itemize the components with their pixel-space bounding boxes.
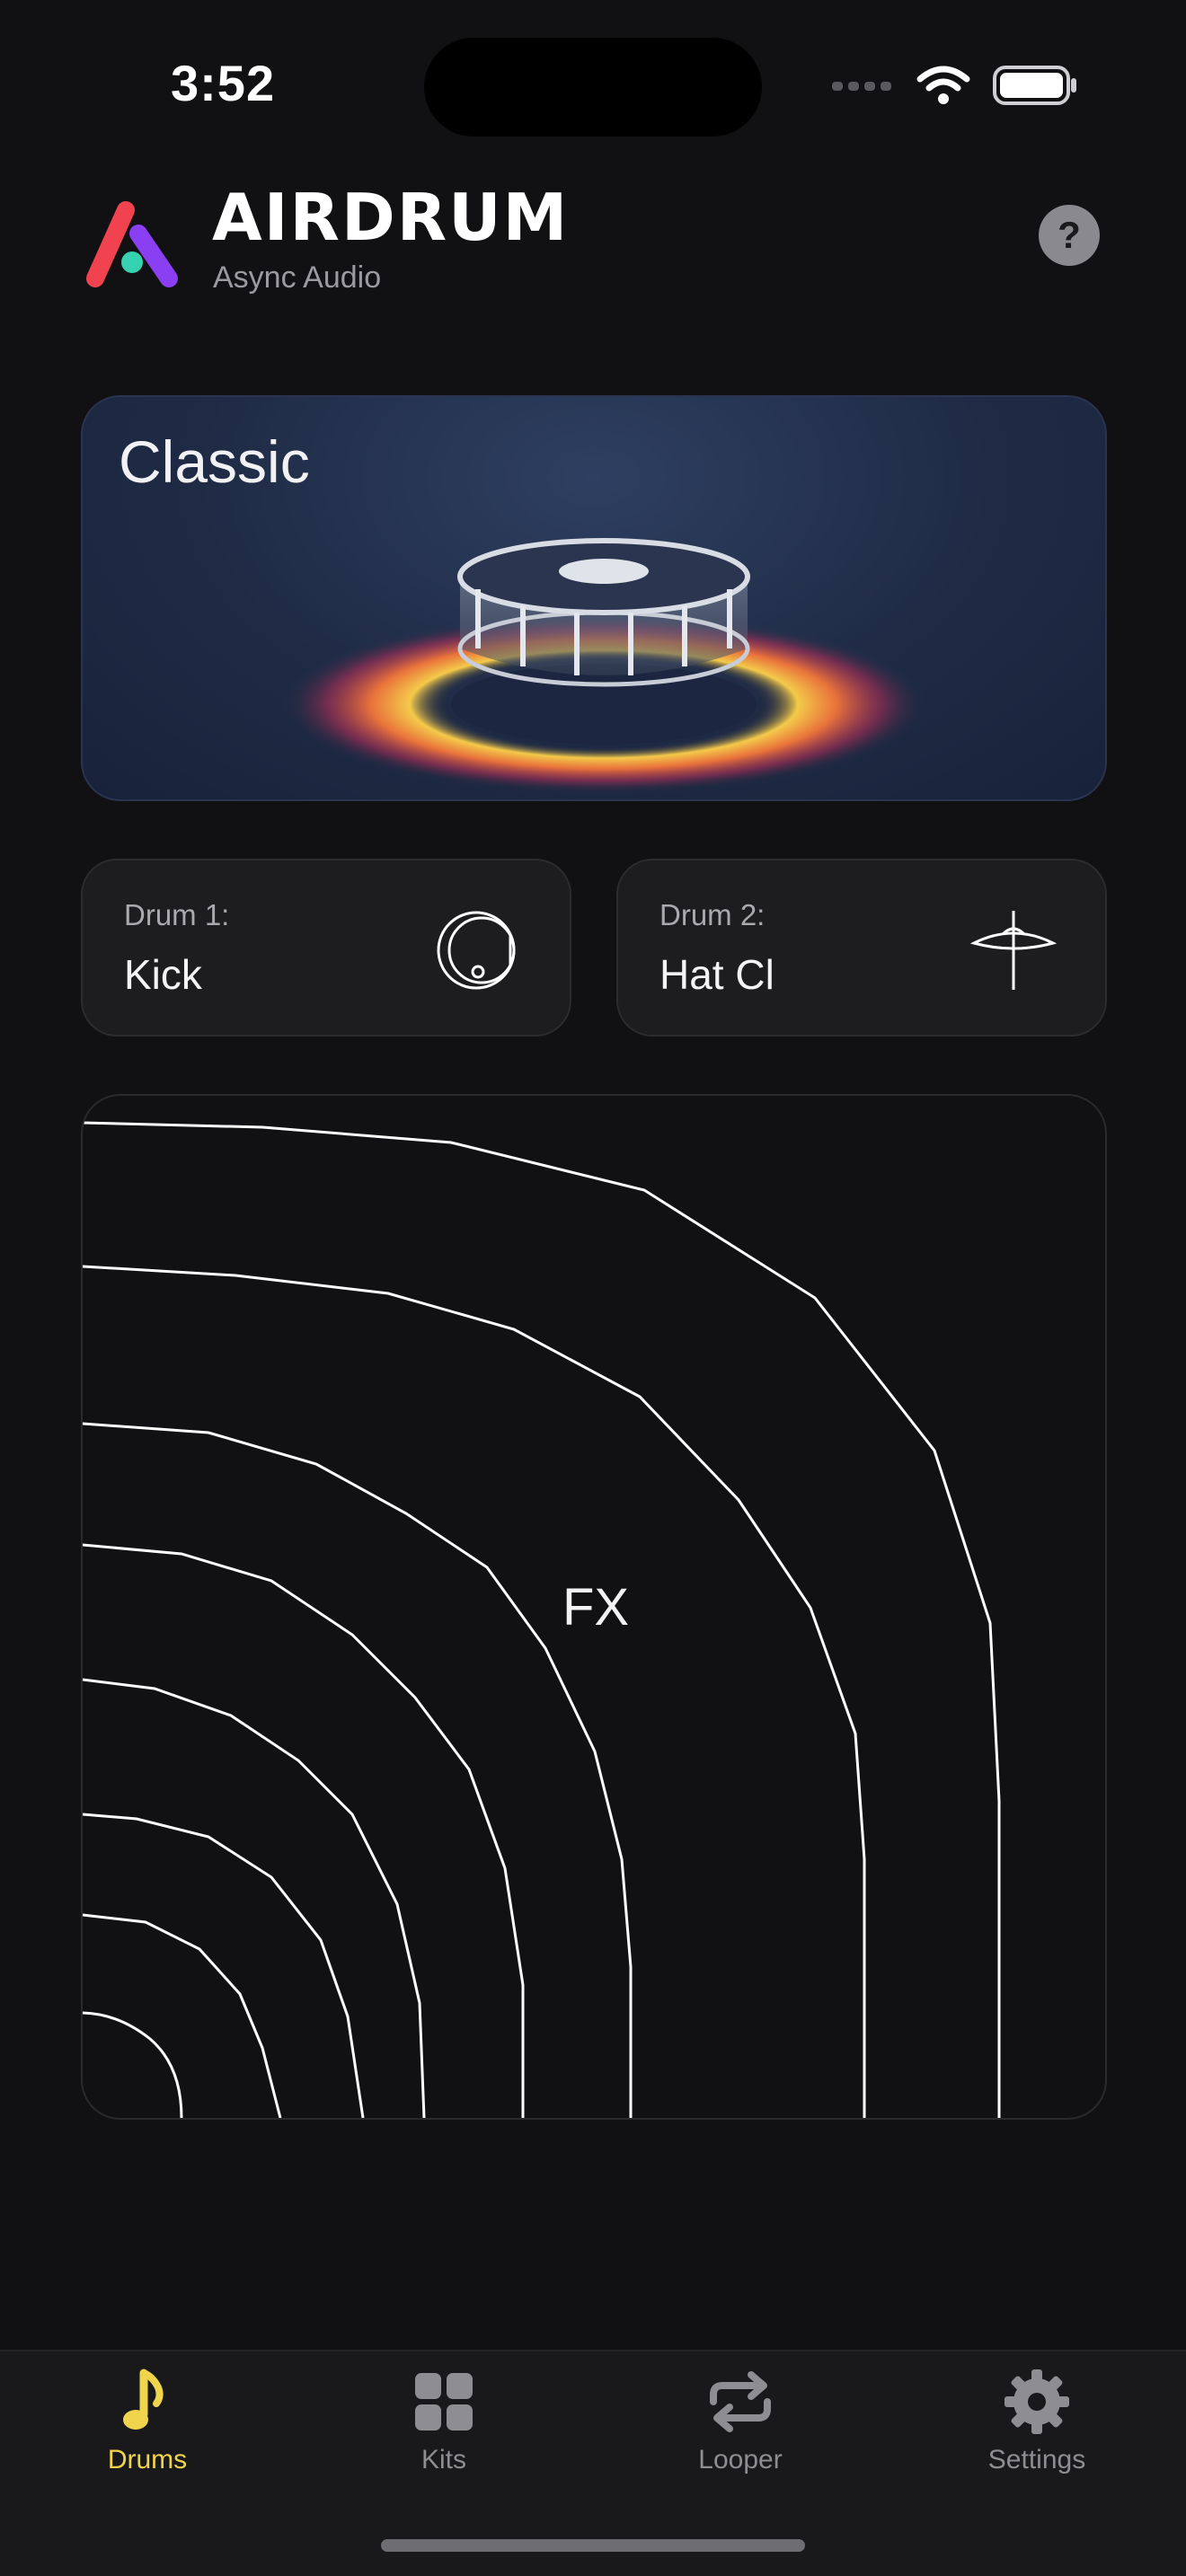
app-title: AIRDRUM [212,180,570,255]
kit-card[interactable]: Classic [81,395,1107,801]
cellular-signal-icon [832,82,891,91]
drum-2-label: Drum 2: [659,898,766,931]
tab-kits[interactable]: Kits [345,2368,543,2475]
battery-icon [993,66,1076,105]
app-subtitle: Async Audio [213,260,382,295]
repeat-icon [710,2371,771,2432]
fx-label: FX [562,1578,630,1636]
drum-1-label: Drum 1: [124,898,230,931]
drum-1-value: Kick [124,951,202,998]
tab-looper-label: Looper [698,2445,783,2475]
grid-icon [415,2373,473,2430]
tab-drums[interactable]: Drums [49,2368,246,2475]
tab-kits-label: Kits [420,2445,466,2475]
tab-looper[interactable]: Looper [642,2368,839,2475]
drum-2-value: Hat Cl [659,951,774,998]
tab-drums-label: Drums [107,2445,188,2475]
drum-2-selector[interactable]: Drum 2: Hat Cl [616,859,1107,1037]
help-button[interactable]: ? [1039,205,1100,266]
app-screen: 3:52 AIRDRUM Async Audio ? Classic Drum … [0,0,1186,2576]
question-mark-icon: ? [1058,214,1081,256]
airdrum-logo-icon [86,201,178,287]
snare-drum-image [280,538,927,792]
tab-settings-label: Settings [987,2445,1086,2475]
drum-1-selector[interactable]: Drum 1: Kick [81,859,571,1037]
home-indicator [381,2539,805,2552]
hi-hat-icon [970,911,1057,990]
wifi-icon [916,66,970,104]
dynamic-island [424,38,762,137]
kit-name: Classic [119,428,310,495]
gear-icon [1005,2369,1069,2434]
tab-settings[interactable]: Settings [938,2368,1136,2475]
status-time: 3:52 [171,55,276,111]
music-note-icon [123,2369,164,2430]
status-icons [832,63,1078,108]
kick-drum-icon [437,911,516,990]
